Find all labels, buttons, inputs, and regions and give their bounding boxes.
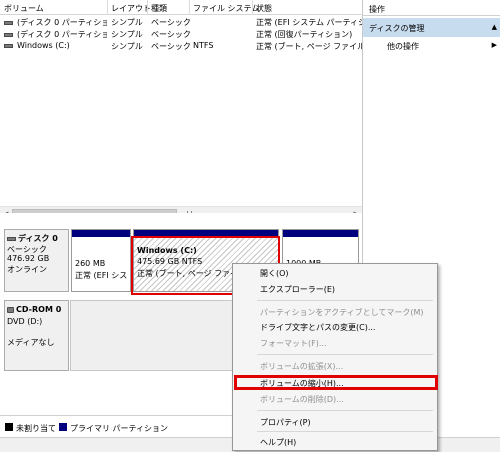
collapse-caret-icon[interactable]: ▲	[492, 23, 497, 31]
disk-state: オンライン	[7, 265, 47, 274]
scroll-right-icon[interactable]: ▶	[354, 210, 359, 213]
menu-item-properties[interactable]: プロパティ(P)	[233, 415, 437, 429]
grip-icon	[187, 211, 192, 213]
disk-name: ディスク 0	[18, 234, 58, 243]
cdrom-icon	[7, 306, 14, 313]
scroll-left-icon[interactable]: ◀	[3, 210, 8, 213]
volume-row[interactable]: (ディスク 0 パーティション 1) シンプル ベーシック 正常 (EFI シス…	[0, 17, 362, 28]
partition-status: 正常 (EFI シス	[75, 271, 128, 280]
cdrom-media: メディアなし	[7, 338, 55, 347]
volume-icon	[4, 20, 13, 25]
menu-item-mark-active: パーティションをアクティブとしてマーク(M)	[260, 308, 424, 317]
partition-efi[interactable]: 260 MB 正常 (EFI シス	[71, 229, 131, 292]
column-header-layout[interactable]: レイアウト	[111, 3, 151, 14]
volume-list: ボリューム レイアウト 種類 ファイル システム 状態 (ディスク 0 パーティ…	[0, 0, 362, 213]
primary-partition-swatch	[59, 423, 67, 431]
partition-size: 260 MB	[75, 259, 106, 268]
actions-item-label: 他の操作	[387, 42, 419, 51]
actions-section-disk-management[interactable]: ディスクの管理 ▲	[363, 18, 500, 37]
menu-item-help[interactable]: ヘルプ(H)	[233, 435, 437, 449]
menu-item-explorer[interactable]: エクスプローラー(E)	[233, 282, 437, 296]
volume-row[interactable]: (ディスク 0 パーティション 4) シンプル ベーシック 正常 (回復パーティ…	[0, 29, 362, 40]
disk-0-label[interactable]: ディスク 0 ベーシック 476.92 GB オンライン	[4, 229, 69, 292]
legend-unallocated: 未割り当て	[16, 424, 56, 433]
column-header-status[interactable]: 状態	[256, 3, 272, 14]
volume-icon	[4, 43, 13, 48]
actions-item-more[interactable]: 他の操作 ▶	[363, 38, 500, 53]
menu-item-delete-volume: ボリュームの削除(D)...	[260, 395, 344, 404]
column-header-volume[interactable]: ボリューム	[4, 3, 44, 14]
menu-item-change-drive-letter[interactable]: ドライブ文字とパスの変更(C)...	[233, 320, 437, 334]
cdrom-drive: DVD (D:)	[7, 317, 43, 326]
scrollbar-thumb[interactable]	[12, 209, 177, 213]
volume-row[interactable]: Windows (C:) シンプル ベーシック NTFS 正常 (ブート, ペー…	[0, 41, 362, 52]
legend-primary: プライマリ パーティション	[70, 424, 169, 433]
actions-section-label: ディスクの管理	[369, 24, 425, 33]
disk-icon	[7, 236, 16, 241]
cdrom-0-label[interactable]: CD-ROM 0 DVD (D:) メディアなし	[4, 300, 69, 371]
cdrom-name: CD-ROM 0	[16, 305, 62, 314]
menu-item-open[interactable]: 開く(O)	[233, 266, 437, 280]
context-menu: 開く(O) エクスプローラー(E) パーティションをアクティブとしてマーク(M)…	[232, 263, 438, 451]
shrink-volume-highlight	[234, 375, 438, 390]
menu-item-extend-volume: ボリュームの拡張(X)...	[260, 362, 344, 371]
horizontal-scrollbar[interactable]: ◀ ▶	[0, 206, 362, 213]
actions-header: 操作	[363, 0, 500, 16]
unallocated-swatch	[5, 423, 13, 431]
submenu-arrow-icon: ▶	[491, 41, 497, 49]
volume-icon	[4, 32, 13, 37]
disk-size: 476.92 GB	[7, 254, 50, 263]
volume-list-header: ボリューム レイアウト 種類 ファイル システム 状態	[0, 0, 362, 15]
menu-item-format: フォーマット(F)...	[260, 339, 327, 348]
column-header-type[interactable]: 種類	[151, 3, 167, 14]
column-header-filesystem[interactable]: ファイル システム	[193, 3, 259, 14]
